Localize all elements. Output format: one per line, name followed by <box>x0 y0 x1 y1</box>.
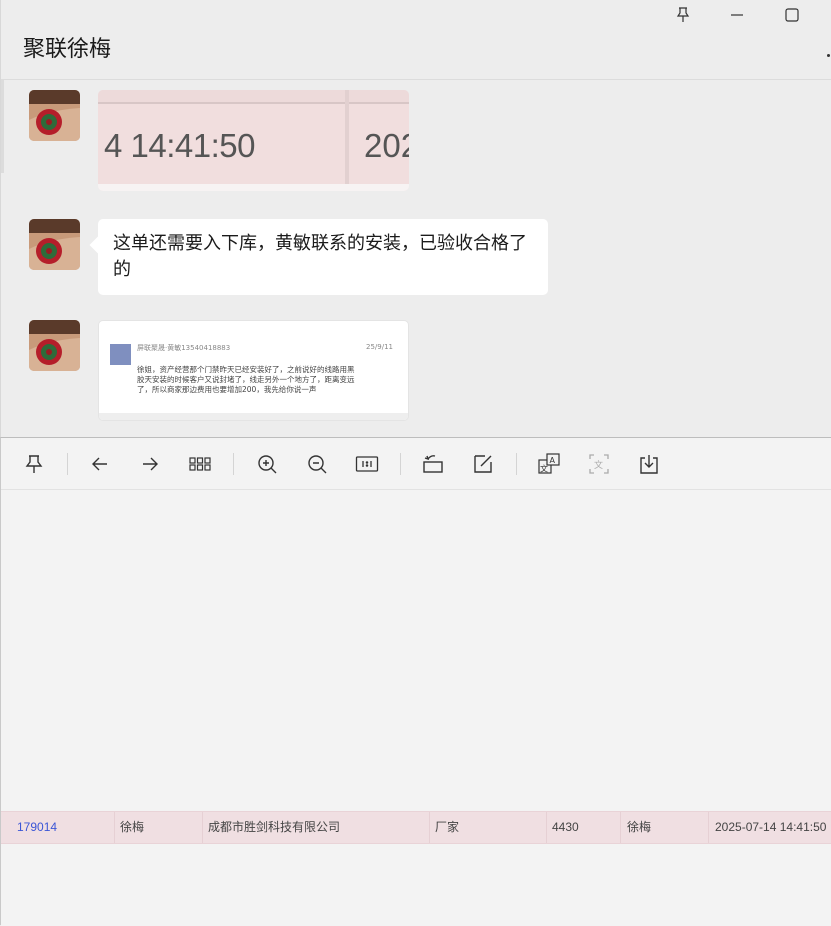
rotate-icon[interactable] <box>421 452 445 476</box>
supplier-type: 厂家 <box>435 820 460 834</box>
image-message-table-snippet[interactable]: 4 14:41:50 202 <box>98 90 409 191</box>
order-id[interactable]: 179014 <box>17 812 57 843</box>
snippet-year-text: 202 <box>364 127 409 164</box>
sender-avatar <box>110 344 131 365</box>
download-icon[interactable] <box>637 452 661 476</box>
message-date: 25/9/11 <box>366 343 393 351</box>
text-message-bubble[interactable]: 这单还需要入下库，黄敏联系的安装，已验收合格了的 <box>98 219 548 295</box>
svg-text:文: 文 <box>540 464 548 474</box>
amount: 4430 <box>552 820 579 834</box>
table-row: 179014 徐梅 成都市胜剑科技有限公司 厂家 4430 徐梅 2025-07… <box>1 811 831 844</box>
avatar[interactable] <box>29 219 80 270</box>
edit-icon[interactable] <box>471 452 495 476</box>
zoom-out-icon[interactable] <box>305 452 329 476</box>
user-name: 徐梅 <box>120 820 145 834</box>
pin-icon[interactable] <box>22 452 46 476</box>
image-message-chat-screenshot[interactable]: 屏联聚晟·黄敏13540418883 25/9/11 徐姐，资产经营那个门禁昨天… <box>98 320 409 421</box>
pin-icon[interactable] <box>674 6 692 24</box>
svg-text:文: 文 <box>594 459 603 471</box>
zoom-in-icon[interactable] <box>255 452 279 476</box>
viewer-toolbar: A文 文 <box>1 438 831 490</box>
forward-arrow-icon[interactable] <box>138 452 162 476</box>
operator-name: 徐梅 <box>627 820 652 834</box>
grid-icon[interactable] <box>188 452 212 476</box>
extract-text-icon[interactable]: 文 <box>587 452 611 476</box>
avatar[interactable] <box>29 320 80 371</box>
back-arrow-icon[interactable] <box>88 452 112 476</box>
datetime: 2025-07-14 14:41:50 <box>715 820 827 834</box>
snippet-time-text: 4 14:41:50 <box>104 127 255 164</box>
company-name: 成都市胜剑科技有限公司 <box>208 820 341 834</box>
svg-text:A: A <box>550 456 556 465</box>
maximize-icon[interactable] <box>783 6 801 24</box>
avatar[interactable] <box>29 90 80 141</box>
more-dot-icon[interactable] <box>827 54 830 57</box>
actual-size-icon[interactable] <box>355 452 379 476</box>
scroll-edge <box>1 80 4 173</box>
chat-header: 聚联徐梅 <box>1 0 831 80</box>
sender-name: 屏联聚晟·黄敏13540418883 <box>137 344 231 352</box>
chat-title: 聚联徐梅 <box>23 37 112 62</box>
image-viewer: A文 文 179014 徐梅 成都市胜剑科技有限公司 厂家 4430 徐梅 20… <box>0 437 831 926</box>
minimize-icon[interactable] <box>728 6 746 24</box>
viewer-canvas[interactable]: 179014 徐梅 成都市胜剑科技有限公司 厂家 4430 徐梅 2025-07… <box>1 490 831 926</box>
chat-window: 聚联徐梅 4 14:41:50 202 <box>0 0 831 437</box>
message-body: 徐姐，资产经营那个门禁昨天已经安装好了，之前说好的线路用黑胶天安装的时候客户又说… <box>137 365 355 394</box>
translate-icon[interactable]: A文 <box>537 452 561 476</box>
